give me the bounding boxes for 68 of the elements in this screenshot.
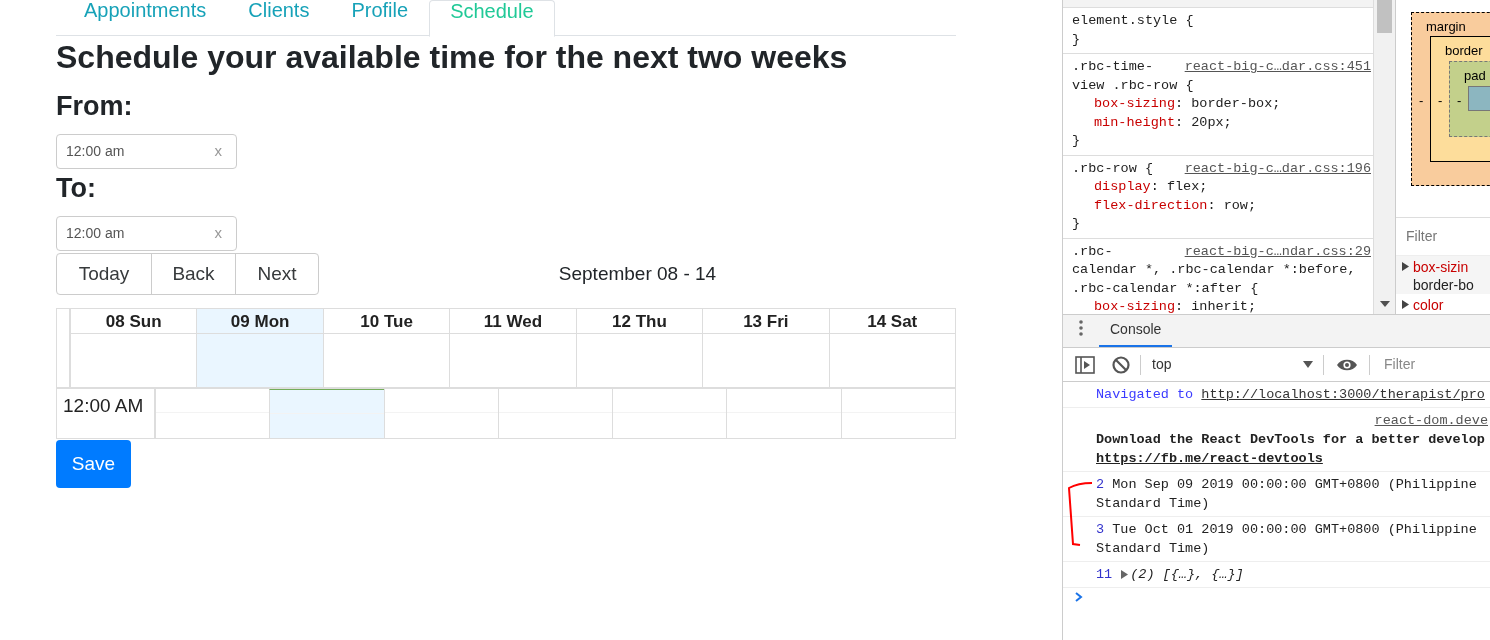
day-header: 13 Fri bbox=[703, 309, 829, 334]
css-selector: view .rbc-row { bbox=[1072, 76, 1194, 95]
scrollbar[interactable] bbox=[1373, 0, 1395, 314]
computed-value: border-bo bbox=[1413, 276, 1474, 294]
toolbar-button[interactable]: Back bbox=[151, 253, 236, 295]
url-link[interactable]: http://localhost:3000/therapist/pro bbox=[1201, 387, 1485, 402]
box-label: border bbox=[1445, 42, 1483, 60]
day-header: 11 Wed bbox=[450, 309, 576, 334]
console-message: Download the React DevTools for a better develop bbox=[1096, 431, 1486, 449]
css-declaration: min-height: 20px; bbox=[1093, 113, 1232, 132]
box-label: pad bbox=[1464, 67, 1486, 85]
css-selector: calendar *, .rbc-calendar *:before, bbox=[1072, 261, 1356, 279]
box-value: - bbox=[1457, 92, 1462, 110]
closing-brace: } bbox=[1072, 132, 1081, 150]
css-selector: .rbc-row { bbox=[1072, 159, 1153, 178]
dropdown-caret-icon bbox=[1303, 361, 1313, 368]
context-value: top bbox=[1152, 355, 1172, 374]
source-link[interactable]: react-big-c…dar.css:451 bbox=[1184, 58, 1371, 77]
box-value: - bbox=[1438, 92, 1443, 110]
eye-icon[interactable] bbox=[1336, 357, 1358, 372]
scrollbar-thumb[interactable] bbox=[1377, 0, 1392, 33]
expand-arrow-icon[interactable] bbox=[1402, 262, 1409, 271]
navigation-message: Navigated to http://localhost:3000/therapist/pro bbox=[1096, 386, 1486, 404]
css-declaration: flex-direction: row; bbox=[1093, 196, 1257, 215]
time-field[interactable]: 12:00 am x bbox=[56, 134, 237, 169]
log-message: 2 Mon Sep 09 2019 00:00:00 GMT+0800 (Philippine Standard Time) bbox=[1096, 476, 1478, 513]
field-value: 12:00 am bbox=[66, 224, 125, 243]
page-heading: Schedule your available time for the next two weeks bbox=[56, 38, 849, 77]
time-slot[interactable] bbox=[269, 389, 384, 438]
closing-brace: } bbox=[1072, 30, 1081, 49]
time-field[interactable]: 12:00 am x bbox=[56, 216, 237, 251]
day-header: 14 Sat bbox=[829, 309, 955, 334]
css-declaration: box-sizing: inherit; bbox=[1093, 298, 1257, 314]
computed-property: color bbox=[1413, 296, 1444, 314]
css-declaration: display: flex; bbox=[1093, 178, 1208, 196]
computed-property: box-sizin bbox=[1413, 258, 1470, 276]
prompt-icon bbox=[1075, 592, 1083, 602]
repeat-count: 11 bbox=[1096, 566, 1113, 584]
scroll-down-icon[interactable] bbox=[1380, 301, 1390, 307]
source-link[interactable]: react-big-c…dar.css:196 bbox=[1184, 159, 1371, 178]
save-button[interactable]: Save bbox=[56, 440, 131, 488]
clear-console-icon[interactable] bbox=[1112, 355, 1130, 374]
object-preview[interactable]: (2) [{…}, {…}] bbox=[1130, 565, 1244, 584]
box-label: margin bbox=[1426, 18, 1466, 36]
log-message: 3 Tue Oct 01 2019 00:00:00 GMT+0800 (Philippine Standard Time) bbox=[1096, 521, 1478, 558]
console-tab[interactable]: Console bbox=[1099, 314, 1173, 347]
css-selector: .rbc- bbox=[1072, 242, 1113, 261]
source-link[interactable]: react-big-c…ndar.css:29 bbox=[1184, 242, 1371, 261]
url-link[interactable]: https://fb.me/react-devtools bbox=[1096, 449, 1323, 468]
field-label: To: bbox=[56, 172, 97, 204]
field-label: From: bbox=[56, 90, 134, 122]
box-value: - bbox=[1419, 92, 1424, 110]
sidebar-toggle-icon[interactable] bbox=[1075, 355, 1095, 374]
toolbar-button[interactable]: Next bbox=[235, 253, 319, 295]
date-range-label: September 08 - 14 bbox=[557, 261, 718, 286]
css-selector: .rbc-time- bbox=[1072, 58, 1153, 76]
closing-brace: } bbox=[1072, 215, 1081, 233]
toolbar-button[interactable]: Today bbox=[56, 253, 152, 295]
field-value: 12:00 am bbox=[66, 142, 125, 161]
more-icon[interactable] bbox=[1079, 320, 1083, 336]
css-declaration: box-sizing: border-box; bbox=[1093, 95, 1281, 113]
expand-arrow-icon[interactable] bbox=[1402, 300, 1409, 309]
source-link[interactable]: react-dom.deve bbox=[1096, 411, 1488, 430]
css-selector: .rbc-calendar *:after { bbox=[1072, 279, 1259, 298]
expand-arrow-icon[interactable] bbox=[1121, 570, 1129, 579]
day-header: 09 Mon bbox=[197, 309, 323, 334]
context-selector[interactable]: top bbox=[1141, 354, 1323, 375]
css-selector: element.style { bbox=[1072, 12, 1194, 30]
